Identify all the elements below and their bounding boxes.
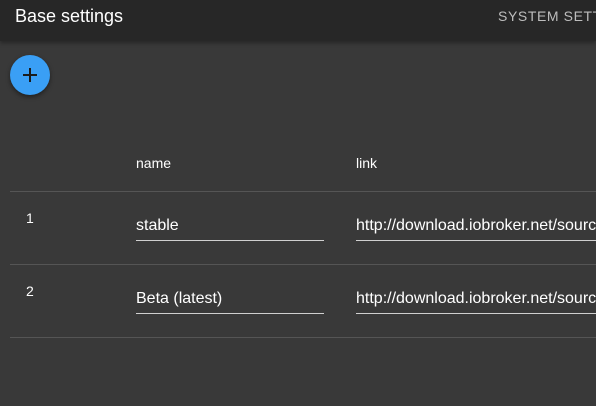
- name-field[interactable]: Beta (latest): [136, 287, 324, 314]
- link-field[interactable]: http://download.iobroker.net/sourc: [356, 287, 596, 314]
- row-index: 1: [26, 210, 34, 226]
- name-field[interactable]: stable: [136, 214, 324, 241]
- tab-system-settings[interactable]: SYSTEM SETT: [498, 8, 596, 24]
- column-header-name: name: [136, 155, 172, 171]
- settings-page: Base settings SYSTEM SETT name link 1 st…: [0, 0, 596, 406]
- app-bar: Base settings SYSTEM SETT: [0, 0, 596, 41]
- repositories-table: name link 1 stable http://download.iobro…: [10, 142, 596, 338]
- link-field-value: http://download.iobroker.net/sourc: [356, 217, 596, 234]
- name-field-value: stable: [136, 217, 179, 234]
- table-row: 2 Beta (latest) http://download.iobroker…: [10, 265, 596, 338]
- column-header-link: link: [356, 155, 378, 171]
- table-row: 1 stable http://download.iobroker.net/so…: [10, 192, 596, 265]
- page-title: Base settings: [15, 6, 124, 26]
- row-index: 2: [26, 283, 34, 299]
- table-header: name link: [10, 142, 596, 192]
- add-repository-button[interactable]: [10, 55, 50, 95]
- plus-icon: [23, 68, 37, 82]
- link-field[interactable]: http://download.iobroker.net/sourc: [356, 214, 596, 241]
- name-field-value: Beta (latest): [136, 290, 223, 307]
- link-field-value: http://download.iobroker.net/sourc: [356, 290, 596, 307]
